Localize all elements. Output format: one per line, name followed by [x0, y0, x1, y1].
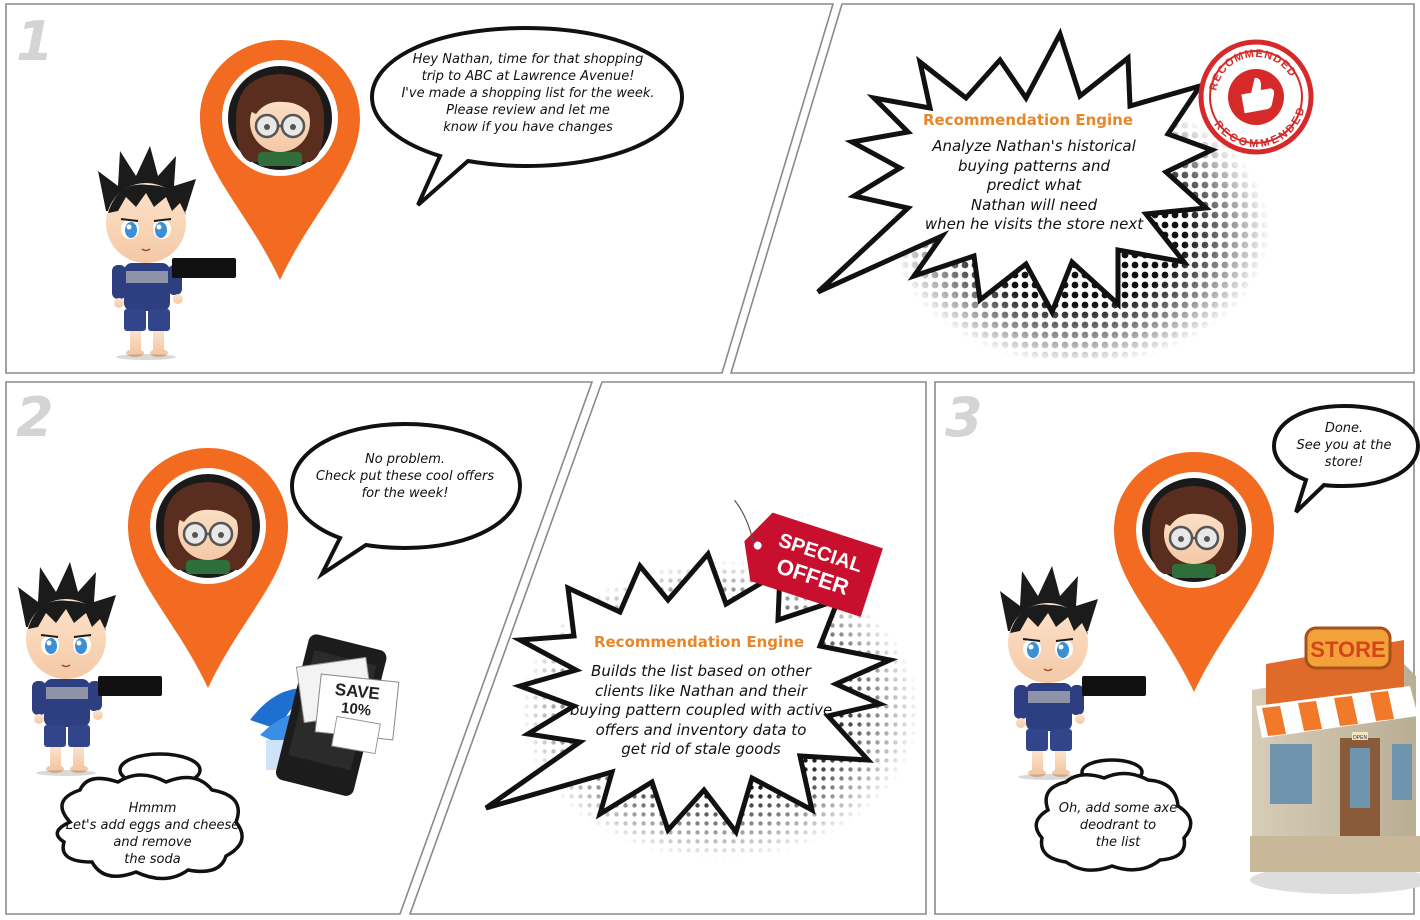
coupon-percent-text: 10% — [340, 699, 372, 719]
assistant-speech-text: No problem. Check put these cool offers … — [315, 452, 495, 501]
engine-title: Recommendation Engine — [922, 111, 1134, 129]
assistant-speech-text: Done. See you at the store! — [1296, 421, 1392, 470]
comic-strip: RECOMMENDED RECOMMENDED SAVE 10% SPECIAL… — [5, 3, 1420, 915]
assistant-speech-text: Hey Nathan, time for that shopping trip … — [401, 52, 655, 135]
thought-text: Oh, add some axe deodrant to the list — [1058, 801, 1178, 850]
engine-description: Analyze Nathan's historical buying patte… — [924, 137, 1144, 233]
panel-number: 3 — [945, 386, 983, 449]
engine-description: Builds the list based on other clients l… — [569, 662, 833, 758]
panel-number: 1 — [16, 10, 54, 73]
store-sign-text: STORE — [1310, 637, 1385, 662]
door-sign-text: OPEN — [1353, 735, 1368, 741]
store-icon: STORE OPEN — [1250, 626, 1420, 894]
smartphone-icon — [1082, 676, 1146, 696]
thought-text: Hmmm Let's add eggs and cheese and remov… — [65, 801, 240, 867]
smartphone-icon — [172, 258, 236, 278]
engine-title: Recommendation Engine — [593, 633, 805, 651]
panel-number: 2 — [16, 386, 54, 449]
smartphone-icon — [98, 676, 162, 696]
